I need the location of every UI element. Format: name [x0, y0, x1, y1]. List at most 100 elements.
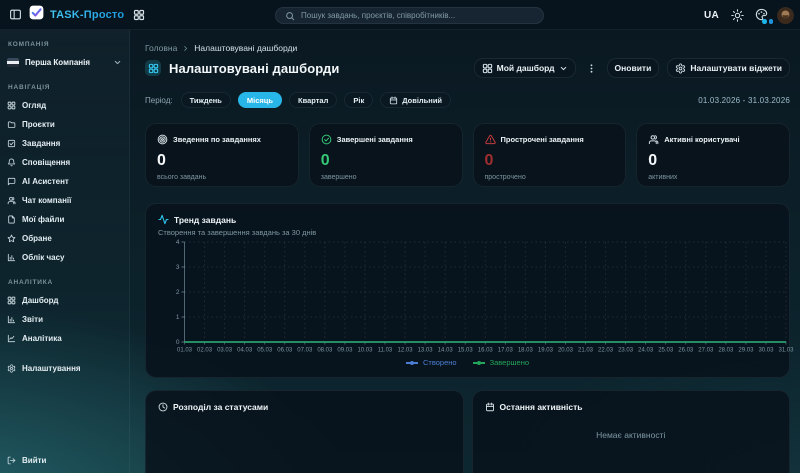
- svg-text:25.03: 25.03: [658, 348, 674, 354]
- search-input[interactable]: [301, 11, 534, 20]
- sidebar-item-overview[interactable]: Огляд: [7, 96, 122, 115]
- period-option-label: Рік: [353, 96, 364, 105]
- sidebar-item-analytics[interactable]: Аналітика: [7, 329, 122, 348]
- svg-text:16.03: 16.03: [478, 348, 494, 354]
- legend-label: Завершено: [490, 358, 529, 367]
- language-switch[interactable]: UA: [704, 10, 719, 21]
- apps-grid-button[interactable]: [133, 9, 145, 21]
- sidebar-section-company: КОМПАНІЯ: [8, 41, 122, 48]
- svg-text:30.03: 30.03: [758, 348, 774, 354]
- sidebar-item-company-chat[interactable]: Чат компанії: [7, 191, 122, 210]
- calendar-icon: [389, 96, 398, 105]
- stat-caption: завершено: [321, 174, 451, 181]
- trend-chart-card: Тренд завдань Створення та завершення за…: [145, 203, 790, 378]
- sidebar-item-label: Вийти: [22, 456, 46, 465]
- sidebar-item-label: Чат компанії: [22, 196, 71, 205]
- dots-vertical-icon: [586, 63, 597, 74]
- svg-text:4: 4: [176, 239, 180, 246]
- gear-icon: [675, 63, 686, 74]
- legend-marker: [473, 362, 485, 364]
- brand-title: TASK-Просто: [50, 9, 124, 21]
- sidebar-item-tasks[interactable]: Завдання: [7, 134, 122, 153]
- svg-text:31.03: 31.03: [778, 348, 794, 354]
- layout-grid-icon: [482, 63, 493, 74]
- sidebar-item-favorites[interactable]: Обране: [7, 229, 122, 248]
- svg-text:3: 3: [176, 264, 180, 271]
- sidebar-item-projects[interactable]: Проєкти: [7, 115, 122, 134]
- period-option-label: Довільний: [402, 96, 442, 105]
- apps-grid-icon: [133, 9, 145, 21]
- sidebar-item-label: Проєкти: [22, 120, 55, 129]
- layout-grid-icon: [7, 296, 16, 305]
- breadcrumb-home[interactable]: Головна: [145, 43, 177, 53]
- file-icon: [7, 215, 16, 224]
- bottom-panels: Розподіл за статусами Остання активність…: [145, 390, 790, 473]
- panel-title: Розподіл за статусами: [173, 402, 268, 412]
- svg-text:13.03: 13.03: [418, 348, 434, 354]
- check-square-icon: [7, 139, 16, 148]
- topbar-right: UA: [704, 0, 800, 30]
- search-icon: [285, 11, 295, 21]
- sidebar-item-my-files[interactable]: Мої файли: [7, 210, 122, 229]
- chevron-right-icon: [182, 45, 189, 52]
- period-option-year[interactable]: Рік: [344, 92, 373, 108]
- svg-text:09.03: 09.03: [337, 348, 353, 354]
- dashboard-select-label: Мой дашборд: [497, 63, 555, 73]
- svg-text:07.03: 07.03: [297, 348, 313, 354]
- palette-button[interactable]: [755, 6, 768, 24]
- sidebar-item-reports[interactable]: Звіти: [7, 310, 122, 329]
- svg-text:24.03: 24.03: [638, 348, 654, 354]
- svg-text:18.03: 18.03: [518, 348, 534, 354]
- period-option-month[interactable]: Місяць: [238, 92, 282, 108]
- configure-widgets-label: Налаштувати віджети: [690, 63, 782, 73]
- svg-text:08.03: 08.03: [317, 348, 333, 354]
- global-search[interactable]: [275, 7, 544, 24]
- stats-row: Зведення по завданнях 0 всього завдань З…: [145, 123, 790, 187]
- svg-text:21.03: 21.03: [578, 348, 594, 354]
- company-name: Перша Компанія: [25, 58, 107, 67]
- stat-card-completed: Завершені завдання 0 завершено: [309, 123, 463, 187]
- breadcrumb: Головна Налаштовувані дашборди: [145, 43, 790, 53]
- sidebar-item-label: Огляд: [22, 101, 46, 110]
- period-option-custom[interactable]: Довільний: [380, 92, 451, 108]
- dashboard-select-button[interactable]: Мой дашборд: [474, 58, 576, 78]
- bell-icon: [7, 158, 16, 167]
- period-option-quarter[interactable]: Квартал: [289, 92, 337, 108]
- user-avatar[interactable]: [777, 7, 794, 24]
- sidebar-toggle-button[interactable]: [9, 8, 22, 21]
- more-options-button[interactable]: [584, 63, 599, 74]
- users-icon: [648, 134, 659, 145]
- svg-text:2: 2: [176, 289, 180, 296]
- folder-icon: [7, 120, 16, 129]
- activity-icon: [158, 214, 169, 225]
- chevron-down-icon: [559, 64, 568, 73]
- sidebar-item-logout[interactable]: Вийти: [7, 451, 123, 470]
- chat-bubble-icon: [7, 177, 16, 186]
- sidebar-item-ai-assistant[interactable]: AI Асистент: [7, 172, 122, 191]
- sidebar-item-time-tracking[interactable]: Облік часу: [7, 248, 122, 267]
- chart-legend: Створено Завершено: [146, 358, 789, 367]
- period-option-week[interactable]: Тиждень: [181, 92, 231, 108]
- theme-toggle-button[interactable]: [731, 9, 744, 22]
- sidebar-item-dashboard[interactable]: Дашборд: [7, 291, 122, 310]
- sidebar-item-settings[interactable]: Налаштування: [7, 359, 122, 378]
- legend-label: Створено: [423, 358, 457, 367]
- stat-title: Завершені завдання: [337, 135, 413, 144]
- svg-text:27.03: 27.03: [698, 348, 714, 354]
- sidebar-item-notifications[interactable]: Сповіщення: [7, 153, 122, 172]
- theme-color-dots: [762, 19, 773, 24]
- panel-header: Розподіл за статусами: [158, 402, 451, 412]
- stat-caption: прострочено: [485, 174, 615, 181]
- date-range: 01.03.2026 - 31.03.2026: [698, 96, 790, 105]
- svg-text:03.03: 03.03: [217, 348, 233, 354]
- svg-text:04.03: 04.03: [237, 348, 253, 354]
- svg-text:05.03: 05.03: [257, 348, 273, 354]
- app-logo[interactable]: [29, 5, 44, 25]
- check-circle-icon: [321, 134, 332, 145]
- refresh-button[interactable]: Оновити: [607, 58, 660, 78]
- configure-widgets-button[interactable]: Налаштувати віджети: [667, 58, 790, 78]
- sidebar-item-label: Сповіщення: [22, 158, 70, 167]
- trend-title: Тренд завдань: [174, 215, 236, 225]
- company-selector[interactable]: Перша Компанія: [7, 53, 122, 71]
- legend-item-completed: Завершено: [473, 358, 529, 367]
